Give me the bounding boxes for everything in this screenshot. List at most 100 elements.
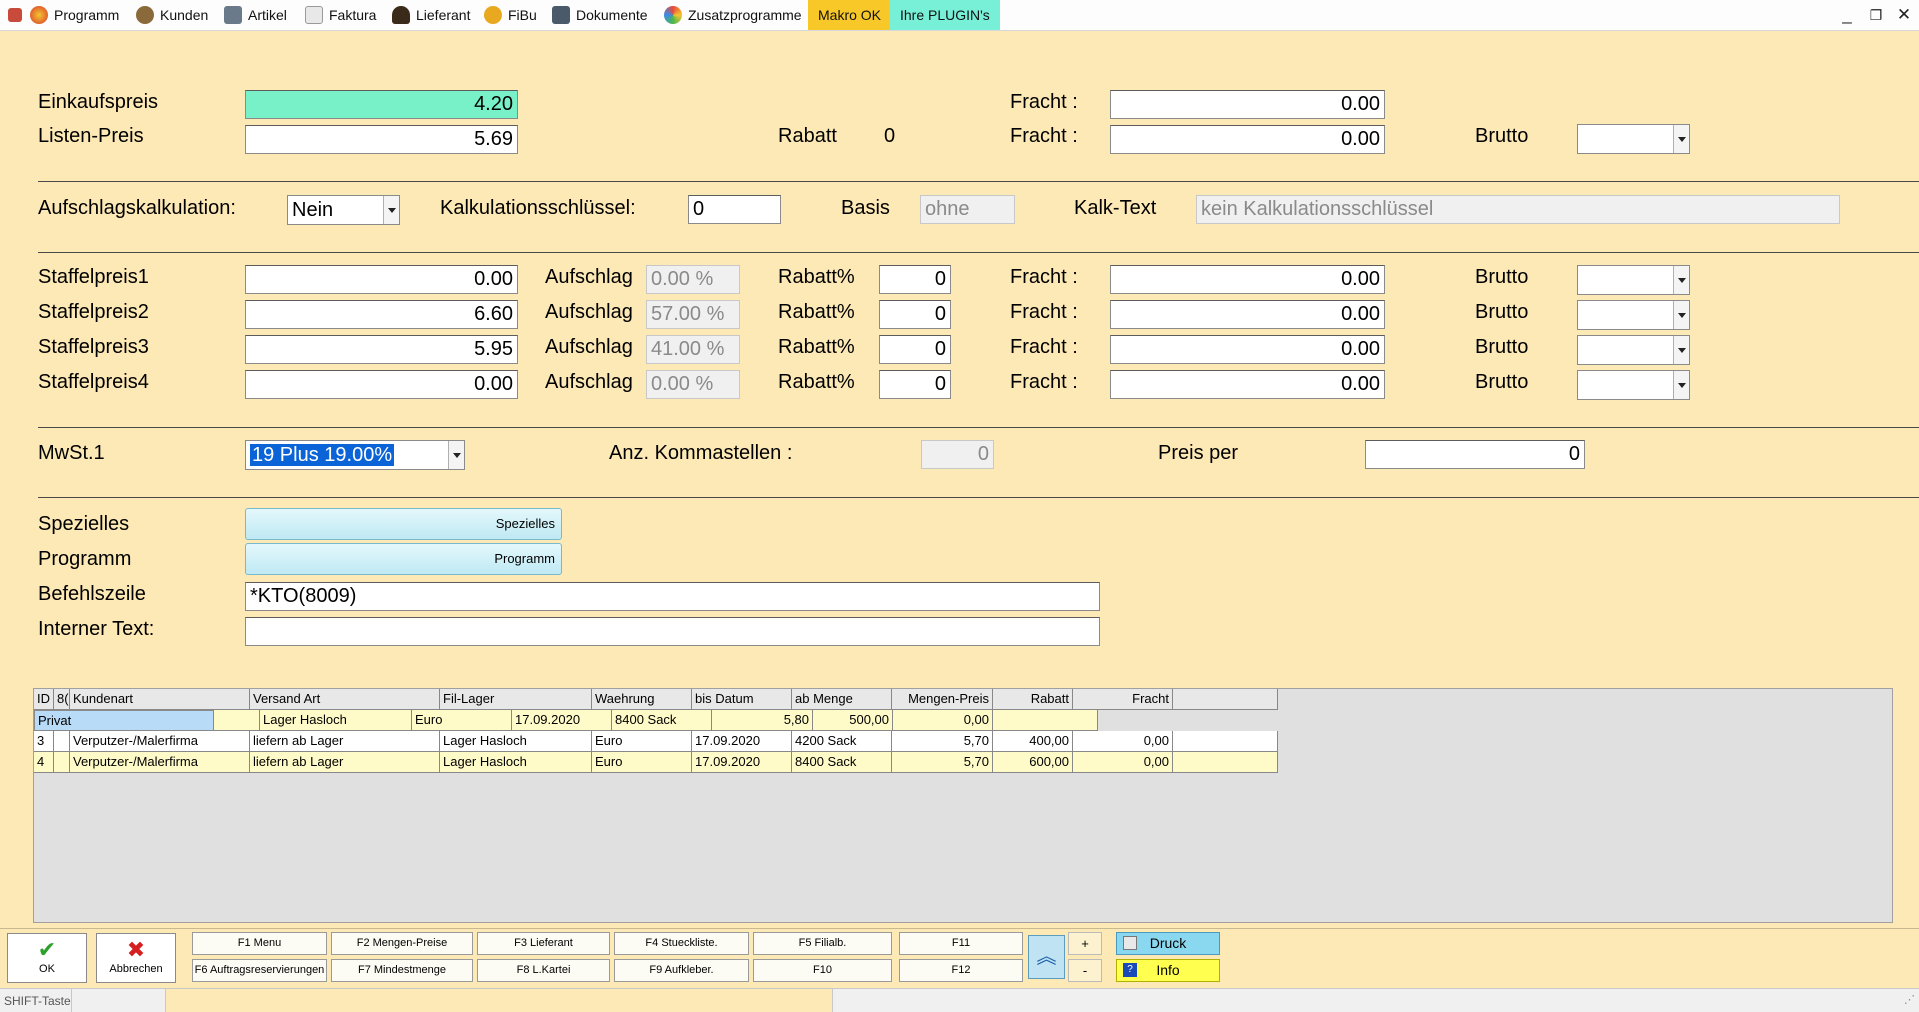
staffelpreis-input[interactable]: 5.95 (245, 335, 518, 364)
table-cell[interactable]: Euro (592, 752, 692, 773)
table-header-cell[interactable]: bis Datum (692, 689, 792, 710)
kalkulationsschluessel-input[interactable]: 0 (688, 195, 781, 224)
table-cell[interactable]: 400,00 (993, 731, 1073, 752)
function-key-button[interactable]: F3 Lieferant (477, 932, 610, 955)
table-header-cell[interactable]: 8( (54, 689, 70, 710)
rabatt-percent-input[interactable]: 0 (879, 265, 951, 294)
menu-zusatzprogramme[interactable]: Zusatzprogramme (664, 4, 802, 26)
brutto-select[interactable] (1577, 300, 1690, 330)
menu-faktura[interactable]: Faktura (305, 4, 376, 26)
fracht-input[interactable]: 0.00 (1110, 300, 1385, 329)
mwst-select[interactable]: 19 Plus 19.00% (245, 440, 465, 470)
brutto-select[interactable] (1577, 335, 1690, 365)
fracht-input[interactable]: 0.00 (1110, 265, 1385, 294)
interner-text-input[interactable] (245, 617, 1100, 646)
table-header-cell[interactable]: Fracht (1073, 689, 1173, 710)
table-cell[interactable] (54, 752, 70, 773)
table-cell[interactable]: Verputzer-/Malerfirma (70, 752, 250, 773)
table-cell[interactable]: Lager Hasloch (440, 752, 592, 773)
brutto-select[interactable] (1577, 370, 1690, 400)
table-cell[interactable]: 4200 Sack (792, 731, 892, 752)
spezielles-button[interactable]: Spezielles (245, 508, 562, 540)
restore-icon[interactable]: ❐ (1865, 7, 1887, 24)
table-cell[interactable] (1173, 752, 1278, 773)
menu-fibu[interactable]: FiBu (484, 4, 537, 26)
fracht-input[interactable]: 0.00 (1110, 335, 1385, 364)
minus-button[interactable]: - (1068, 959, 1102, 982)
befehlszeile-input[interactable]: *KTO(8009) (245, 582, 1100, 611)
menu-dokumente[interactable]: Dokumente (552, 4, 648, 26)
plus-button[interactable]: + (1068, 932, 1102, 955)
resize-grip-icon[interactable]: ⋰ (1904, 993, 1915, 1006)
table-header-cell[interactable]: ab Menge (792, 689, 892, 710)
table-cell[interactable]: 5,70 (892, 752, 993, 773)
function-key-button[interactable]: F1 Menu (192, 932, 327, 955)
function-key-button[interactable]: F5 Filialb. (753, 932, 892, 955)
table-cell[interactable] (1173, 731, 1278, 752)
druck-button[interactable]: Druck (1116, 932, 1220, 955)
aufschlagskalkulation-select[interactable]: Nein (287, 195, 400, 225)
listen-preis-input[interactable]: 5.69 (245, 125, 518, 154)
table-cell[interactable]: 17.09.2020 (692, 752, 792, 773)
table-row[interactable]: 2PrivatAbholung LagerLager HaslochEuro17… (34, 710, 1098, 731)
rabatt-percent-input[interactable]: 0 (879, 370, 951, 399)
brutto-select-top[interactable] (1577, 124, 1690, 154)
table-cell[interactable]: Euro (592, 731, 692, 752)
table-cell[interactable]: 3 (34, 731, 54, 752)
table-cell[interactable]: 0,00 (893, 710, 993, 731)
table-header-cell[interactable]: Versand Art (250, 689, 440, 710)
table-cell[interactable]: Verputzer-/Malerfirma (70, 731, 250, 752)
table-cell[interactable]: 4 (34, 752, 54, 773)
function-key-button[interactable]: F12 (899, 959, 1023, 982)
table-cell[interactable]: Lager Hasloch (440, 731, 592, 752)
table-header-cell[interactable]: Rabatt (993, 689, 1073, 710)
fracht-input-1[interactable]: 0.00 (1110, 90, 1385, 119)
function-key-button[interactable]: F10 (753, 959, 892, 982)
menu-kunden[interactable]: Kunden (136, 4, 208, 26)
einkaufspreis-input[interactable]: 4.20 (245, 90, 518, 119)
table-cell[interactable]: 5,80 (712, 710, 813, 731)
table-header-cell[interactable] (1173, 689, 1278, 710)
brutto-select[interactable] (1577, 265, 1690, 295)
staffelpreis-input[interactable]: 6.60 (245, 300, 518, 329)
preis-per-input[interactable]: 0 (1365, 440, 1585, 469)
table-row[interactable]: 4 Verputzer-/Malerfirma liefern ab Lager La… (34, 752, 1278, 773)
function-key-button[interactable]: F6 Auftragsreservierungen (192, 959, 327, 982)
table-cell[interactable]: 17.09.2020 (692, 731, 792, 752)
function-key-button[interactable]: F2 Mengen-Preise (331, 932, 473, 955)
menu-programm[interactable]: Programm (30, 4, 119, 26)
rabatt-percent-input[interactable]: 0 (879, 335, 951, 364)
table-cell[interactable]: liefern ab Lager (250, 752, 440, 773)
table-cell[interactable]: liefern ab Lager (250, 731, 440, 752)
table-row[interactable]: 3 Verputzer-/Malerfirma liefern ab Lager La… (34, 731, 1278, 752)
table-header-cell[interactable]: Waehrung (592, 689, 692, 710)
table-cell[interactable]: 0,00 (1073, 731, 1173, 752)
table-cell[interactable]: 5,70 (892, 731, 993, 752)
minimize-icon[interactable]: _ (1836, 5, 1858, 25)
table-cell[interactable] (993, 710, 1098, 731)
function-key-button[interactable]: F7 Mindestmenge (331, 959, 473, 982)
function-key-button[interactable]: F11 (899, 932, 1023, 955)
table-header-cell[interactable]: ID (34, 689, 54, 710)
table-cell[interactable]: Euro (412, 710, 512, 731)
table-header-cell[interactable]: Fil-Lager (440, 689, 592, 710)
menu-lieferant[interactable]: Lieferant (392, 4, 470, 26)
function-key-button[interactable]: F8 L.Kartei (477, 959, 610, 982)
table-cell[interactable]: 8400 Sack (612, 710, 712, 731)
table-cell[interactable]: Lager Hasloch (260, 710, 412, 731)
abbrechen-button[interactable]: ✖ Abbrechen (96, 933, 176, 983)
plugins-button[interactable]: Ihre PLUGIN's (890, 0, 1000, 30)
rabatt-percent-input[interactable]: 0 (879, 300, 951, 329)
function-key-button[interactable]: F4 Stueckliste. (614, 932, 749, 955)
table-cell[interactable] (54, 731, 70, 752)
staffelpreis-input[interactable]: 0.00 (245, 370, 518, 399)
table-header-cell[interactable]: Mengen-Preis (892, 689, 993, 710)
table-cell[interactable]: Privat (34, 710, 214, 731)
staffelpreis-input[interactable]: 0.00 (245, 265, 518, 294)
table-cell[interactable]: 500,00 (813, 710, 893, 731)
table-cell[interactable]: 0,00 (1073, 752, 1173, 773)
function-key-button[interactable]: F9 Aufkleber. (614, 959, 749, 982)
fracht-input[interactable]: 0.00 (1110, 370, 1385, 399)
programm-button[interactable]: Programm (245, 543, 562, 575)
table-cell[interactable]: 17.09.2020 (512, 710, 612, 731)
